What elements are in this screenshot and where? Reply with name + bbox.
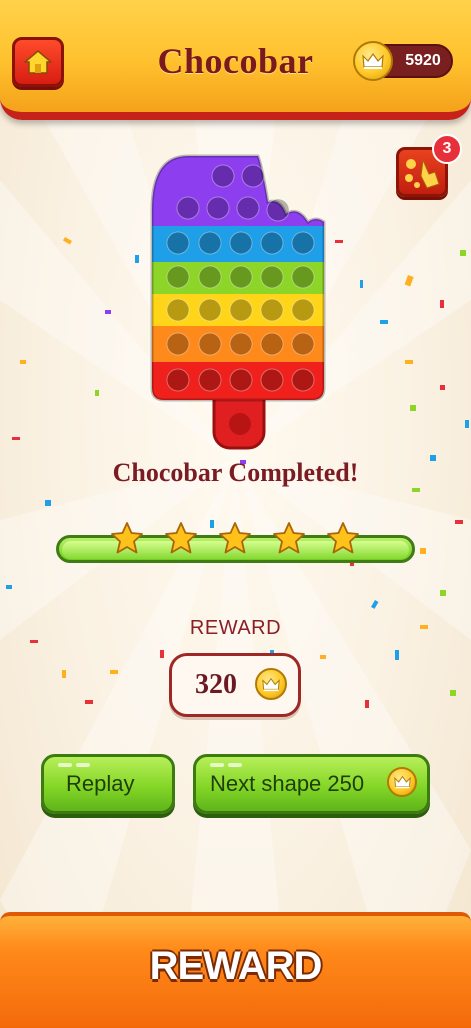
reward-amount: 320 bbox=[195, 669, 237, 700]
reward-label: REWARD bbox=[189, 617, 282, 639]
star-icon bbox=[219, 522, 251, 554]
crown-coin-icon bbox=[387, 767, 417, 797]
button-gloss bbox=[210, 763, 224, 767]
completion-message: Chocobar Completed! bbox=[112, 458, 359, 487]
star-icon bbox=[165, 522, 197, 554]
coin-balance: 5920 bbox=[405, 52, 441, 69]
button-gloss bbox=[228, 763, 242, 767]
button-gloss bbox=[76, 763, 90, 767]
reward-banner-label: REWARD bbox=[149, 944, 323, 988]
popsicle-shape bbox=[150, 154, 326, 450]
star-icon bbox=[273, 522, 305, 554]
star-icon bbox=[111, 522, 143, 554]
next-shape-label: Next shape 250 bbox=[210, 771, 365, 796]
crown-coin-icon bbox=[255, 668, 287, 700]
hint-count-badge: 3 bbox=[432, 134, 462, 164]
star-icon bbox=[327, 522, 359, 554]
button-gloss bbox=[58, 763, 72, 767]
replay-label: Replay bbox=[66, 771, 135, 796]
crown-coin-icon bbox=[353, 41, 393, 81]
